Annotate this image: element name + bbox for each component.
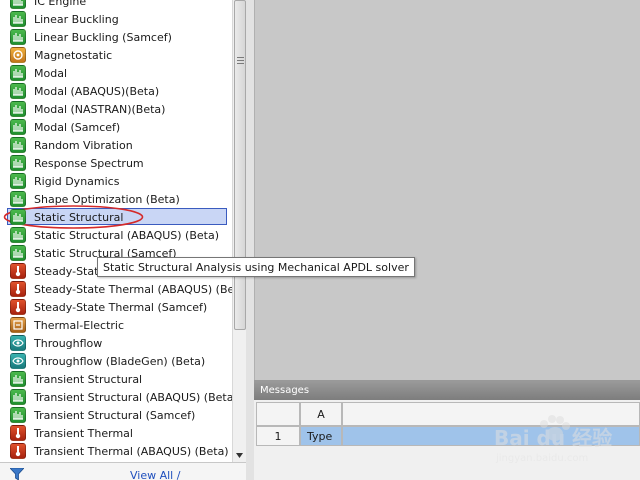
toolbox-item-label: Transient Thermal (ABAQUS) (Beta) [34,444,229,458]
toolbox-item[interactable]: Throughflow (BladeGen) (Beta) [0,352,232,370]
toolbox-item-label: Random Vibration [34,138,133,152]
throughflow-bladegen-icon [10,353,26,369]
toolbox-item-label: Steady-State Thermal (Samcef) [34,300,208,314]
linear-buckling-icon [10,11,26,27]
static-structural-icon [10,209,26,225]
toolbox-footer: View All / Customize... [0,462,246,480]
static-structural-samcef-icon [10,245,26,261]
toolbox-panel: IC Engine Linear Buckling Linear Buckling … [0,0,250,480]
shape-optimization-icon [10,191,26,207]
watermark-subtext: jingyan.baidu.com [496,453,589,464]
toolbox-item-label: Transient Structural (Samcef) [34,408,196,422]
filter-icon[interactable] [10,468,24,480]
toolbox-item[interactable]: Magnetostatic [0,46,232,64]
toolbox-item-label: Thermal-Electric [34,318,125,332]
toolbox-item[interactable]: Static Structural (ABAQUS) (Beta) [0,226,232,244]
toolbox-item-label: Transient Thermal [34,426,133,440]
transient-structural-abaqus-icon [10,389,26,405]
toolbox-item[interactable]: Rigid Dynamics [0,172,232,190]
messages-title: Messages [254,381,640,400]
column-header-a[interactable]: A [300,402,342,426]
toolbox-item[interactable]: Transient Thermal [0,424,232,442]
throughflow-icon [10,335,26,351]
corner-cell [256,402,300,426]
toolbox-item[interactable]: Shape Optimization (Beta) [0,190,232,208]
modal-abaqus-icon [10,83,26,99]
thermal-electric-icon [10,317,26,333]
toolbox-item[interactable]: Modal [0,64,232,82]
toolbox-item-label: IC Engine [34,0,87,8]
magnetostatic-icon [10,47,26,63]
watermark-text: Bai du 经验 [494,426,613,450]
transient-structural-samcef-icon [10,407,26,423]
toolbox-item[interactable]: Transient Structural (ABAQUS) (Beta) [0,388,238,406]
rigid-dynamics-icon [10,173,26,189]
toolbox-item-label: Throughflow (BladeGen) (Beta) [34,354,206,368]
toolbox-item-label: Throughflow [34,336,103,350]
modal-samcef-icon [10,119,26,135]
toolbox-item[interactable]: Transient Thermal (ABAQUS) (Beta) [0,442,232,460]
toolbox-item-label: Linear Buckling (Samcef) [34,30,172,44]
transient-thermal-icon [10,425,26,441]
row-type-cell[interactable]: Type [300,426,342,446]
toolbox-item[interactable]: IC Engine [0,0,232,10]
toolbox-item-label: Modal (Samcef) [34,120,121,134]
row-number[interactable]: 1 [256,426,300,446]
random-vibration-icon [10,137,26,153]
toolbox-item[interactable]: Thermal-Electric [0,316,232,334]
view-all-customize-link[interactable]: View All / Customize... [130,469,246,480]
toolbox-item[interactable]: Modal (NASTRAN)(Beta) [0,100,232,118]
response-spectrum-icon [10,155,26,171]
toolbox-item[interactable]: Linear Buckling (Samcef) [0,28,232,46]
transient-thermal-abaqus-icon [10,443,26,459]
toolbox-item-label: Transient Structural (ABAQUS) (Beta) [34,390,238,404]
toolbox-item[interactable]: Throughflow [0,334,232,352]
toolbox-item[interactable]: Steady-State Thermal (Samcef) [0,298,232,316]
watermark-logo: Bai du 经验 jingyan.baidu.com [490,408,640,480]
modal-nastran-icon [10,101,26,117]
linear-buckling-samcef-icon [10,29,26,45]
tooltip: Static Structural Analysis using Mechani… [97,257,415,277]
steady-state-thermal-samcef-icon [10,299,26,315]
toolbox-item-label: Static Structural [34,210,124,224]
scroll-down-arrow-icon[interactable] [233,448,246,462]
static-structural-abaqus-icon [10,227,26,243]
toolbox-item[interactable]: Response Spectrum [0,154,232,172]
toolbox-item-label: Steady-State Thermal (ABAQUS) (Beta) [34,282,250,296]
toolbox-item[interactable]: Random Vibration [0,136,232,154]
toolbox-item-label: Modal (NASTRAN)(Beta) [34,102,166,116]
vertical-scrollbar[interactable] [232,0,246,462]
toolbox-item[interactable]: Transient Structural (Samcef) [0,406,232,424]
toolbox-item-label: Linear Buckling [34,12,119,26]
steady-state-thermal-abaqus-icon [10,281,26,297]
toolbox-list: IC Engine Linear Buckling Linear Buckling … [0,0,250,460]
toolbox-item-label: Modal (ABAQUS)(Beta) [34,84,160,98]
toolbox-item-label: Static Structural (ABAQUS) (Beta) [34,228,220,242]
modal-icon [10,65,26,81]
toolbox-item-label: Magnetostatic [34,48,113,62]
project-schematic-area[interactable] [254,0,640,380]
toolbox-item[interactable]: Modal (ABAQUS)(Beta) [0,82,232,100]
transient-structural-icon [10,371,26,387]
panel-splitter[interactable] [246,0,254,480]
scrollbar-thumb[interactable] [234,0,246,330]
scrollbar-grip-icon [237,57,244,64]
steady-state-thermal-icon [10,263,26,279]
toolbox-item[interactable]: Steady-State Thermal (ABAQUS) (Beta) [0,280,250,298]
toolbox-item-label: Modal [34,66,67,80]
toolbox-item[interactable]: Linear Buckling [0,10,232,28]
toolbox-item[interactable]: Modal (Samcef) [0,118,232,136]
toolbox-item-label: Transient Structural [34,372,143,386]
toolbox-item[interactable]: Transient Structural [0,370,232,388]
toolbox-item-label: Response Spectrum [34,156,144,170]
toolbox-item-label: Shape Optimization (Beta) [34,192,180,206]
toolbox-item-label: Rigid Dynamics [34,174,120,188]
ic-engine-icon [10,0,26,9]
toolbox-item[interactable]: Static Structural [0,208,232,226]
